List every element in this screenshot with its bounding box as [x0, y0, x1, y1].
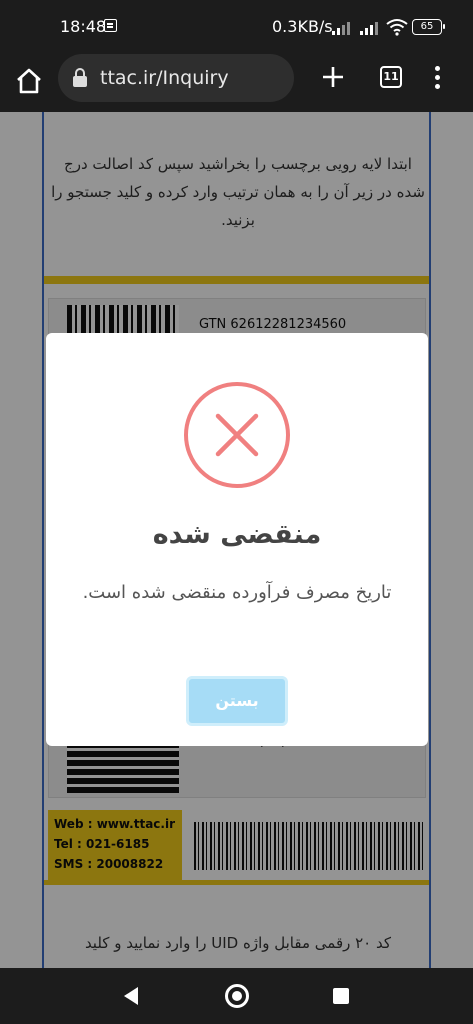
- close-button[interactable]: بستن: [186, 676, 288, 726]
- new-tab-button[interactable]: [320, 64, 346, 90]
- browser-toolbar: ttac.ir/Inquiry 11: [0, 54, 473, 112]
- system-nav-bar: [0, 968, 473, 1024]
- tabs-button[interactable]: 11: [380, 66, 402, 88]
- signal-icon: [360, 21, 380, 35]
- home-icon[interactable]: [14, 66, 44, 96]
- battery-icon: 65: [412, 19, 445, 35]
- status-bar: 18:48 0.3KB/s 65: [0, 0, 473, 54]
- error-dialog: منقضی شده تاریخ مصرف فرآورده منقضی شده ا…: [46, 333, 428, 746]
- address-bar[interactable]: ttac.ir/Inquiry: [58, 54, 294, 102]
- dialog-title: منقضی شده: [152, 519, 322, 550]
- home-button[interactable]: [225, 984, 249, 1008]
- back-icon[interactable]: [122, 986, 140, 1006]
- notification-icon: [104, 19, 117, 32]
- url-text[interactable]: ttac.ir/Inquiry: [100, 67, 229, 89]
- error-x-icon: [184, 382, 290, 488]
- dialog-message: تاریخ مصرف فرآورده منقضی شده است.: [82, 582, 392, 603]
- wifi-icon: [386, 19, 408, 36]
- signal-icon: [332, 21, 352, 35]
- menu-icon[interactable]: [432, 66, 442, 90]
- status-time: 18:48: [60, 17, 107, 36]
- lock-icon[interactable]: [72, 67, 88, 89]
- network-speed: 0.3KB/s: [272, 17, 333, 36]
- recents-icon[interactable]: [333, 988, 349, 1004]
